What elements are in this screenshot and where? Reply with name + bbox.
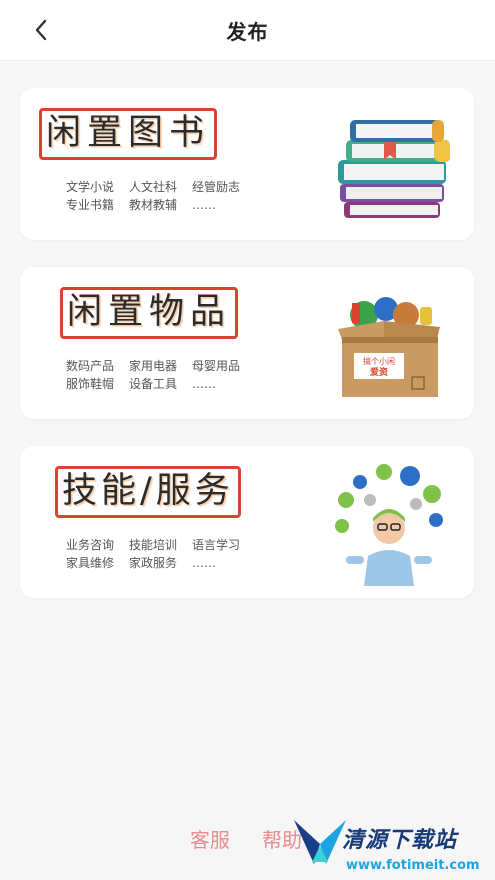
service-person-illustration	[335, 464, 443, 586]
tag: 业务咨询	[66, 538, 115, 552]
watermark-text: 清源下载站	[342, 828, 458, 853]
card-title: 闲置物品	[60, 287, 239, 339]
tag: ……	[192, 198, 216, 212]
page-title: 发布	[226, 19, 269, 44]
tag: 技能培训	[129, 538, 178, 552]
chevron-left-icon	[35, 19, 47, 41]
publish-card-items[interactable]: 闲置物品 数码产品 家用电器 母婴用品 服饰鞋帽 设备工具 …… 搞个小闲 爱资	[20, 267, 474, 419]
tag: ……	[192, 556, 216, 570]
tag: 教材教辅	[129, 198, 178, 212]
box-illustration: 搞个小闲 爱资	[338, 297, 440, 397]
tag: 家用电器	[129, 359, 178, 373]
tag: 人文社科	[129, 180, 178, 194]
watermark-logo	[294, 820, 346, 864]
tag: 经管励志	[192, 180, 241, 194]
tag: 语言学习	[192, 538, 241, 552]
publish-card-services[interactable]: 技能/服务 业务咨询 技能培训 语言学习 家具维修 家政服务 ……	[20, 446, 474, 598]
tag: 母婴用品	[192, 359, 241, 373]
box-label-line2: 爱资	[370, 366, 388, 378]
tag: 设备工具	[129, 377, 178, 391]
watermark: 清源下载站 www.fotimeit.com	[290, 812, 490, 878]
tag-list: 文学小说 人文社科 经管励志 专业书籍 教材教辅 ……	[66, 180, 296, 212]
card-title: 闲置图书	[39, 108, 218, 160]
tag: 专业书籍	[66, 198, 115, 212]
publish-card-books[interactable]: 闲置图书 文学小说 人文社科 经管励志 专业书籍 教材教辅 ……	[20, 88, 474, 240]
books-illustration	[338, 120, 450, 218]
tag: 家具维修	[66, 556, 115, 570]
top-bar: 发布	[0, 0, 495, 61]
watermark-url: www.fotimeit.com	[346, 858, 480, 873]
box-label-line1: 搞个小闲	[363, 356, 395, 366]
tag: ……	[192, 377, 216, 391]
tag: 服饰鞋帽	[66, 377, 115, 391]
tag-list: 业务咨询 技能培训 语言学习 家具维修 家政服务 ……	[66, 538, 296, 570]
card-title: 技能/服务	[55, 466, 241, 518]
tag-list: 数码产品 家用电器 母婴用品 服饰鞋帽 设备工具 ……	[66, 359, 296, 391]
tag: 数码产品	[66, 359, 115, 373]
tag: 文学小说	[66, 180, 115, 194]
customer-service-link[interactable]: 客服	[190, 824, 230, 853]
back-button[interactable]	[28, 16, 54, 44]
tag: 家政服务	[129, 556, 178, 570]
